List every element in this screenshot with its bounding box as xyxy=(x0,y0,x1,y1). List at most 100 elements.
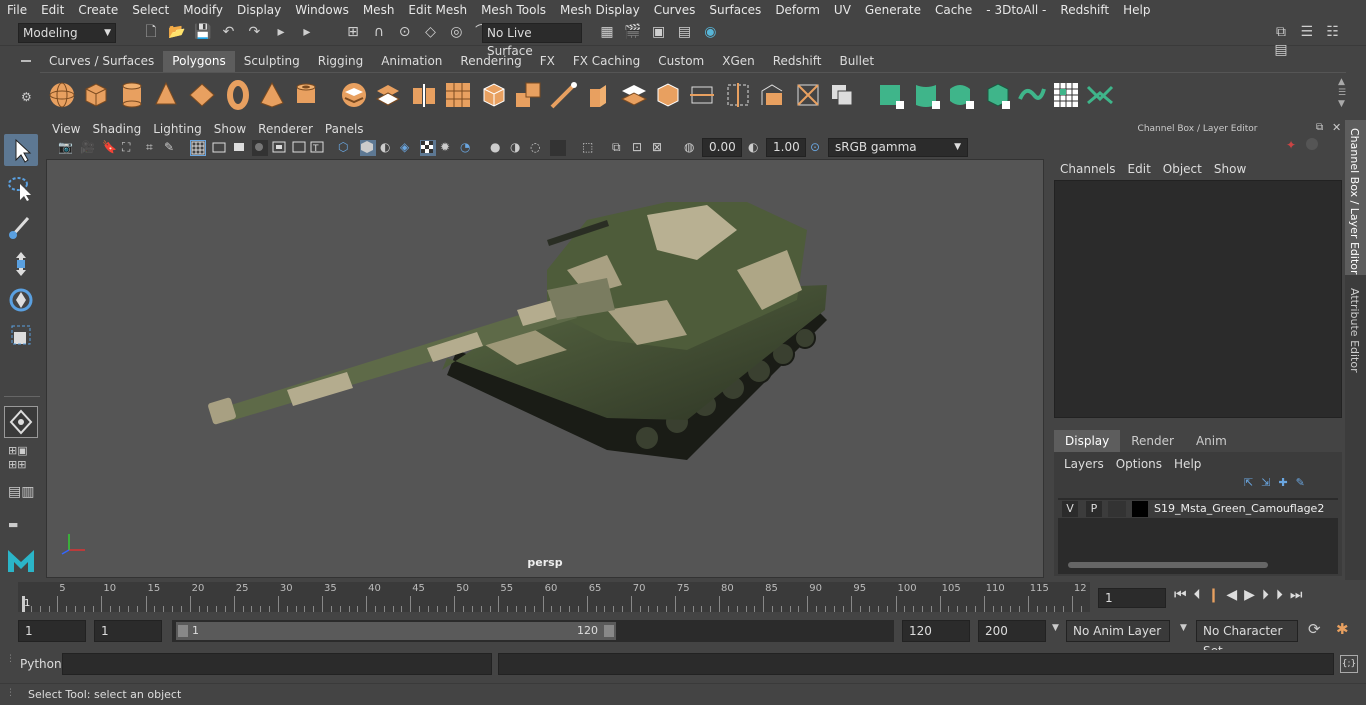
light-icon[interactable]: ● xyxy=(490,140,506,156)
edge-loop-icon[interactable] xyxy=(722,79,754,111)
snap-plane-icon[interactable]: ◇ xyxy=(421,23,439,41)
menu-generate[interactable]: Generate xyxy=(858,3,928,17)
snap-point-icon[interactable]: ⊙ xyxy=(396,23,414,41)
script-editor-icon[interactable]: {;} xyxy=(1340,655,1358,673)
layer-tab-render[interactable]: Render xyxy=(1120,430,1185,452)
append-icon[interactable] xyxy=(618,79,650,111)
menu-help[interactable]: Help xyxy=(1116,3,1157,17)
ipr-render-icon[interactable]: ▣ xyxy=(650,23,668,41)
menu-display[interactable]: Display xyxy=(230,3,288,17)
combine-icon[interactable] xyxy=(338,79,370,111)
go-to-start-icon[interactable]: ⏮ xyxy=(1174,587,1194,603)
snap-surface-icon[interactable]: ◎ xyxy=(447,23,465,41)
poly-plane-icon[interactable] xyxy=(186,79,218,111)
shelf-tab-animation[interactable]: Animation xyxy=(372,51,451,72)
shelf-tab-fx[interactable]: FX xyxy=(531,51,564,72)
layout-split-icon[interactable]: ▤▥ xyxy=(8,484,34,500)
menu-file[interactable]: File xyxy=(0,3,34,17)
undo-icon[interactable]: ↶ xyxy=(219,23,237,41)
channel-menu-edit[interactable]: Edit xyxy=(1122,160,1157,178)
viewport-menu-view[interactable]: View xyxy=(46,120,86,138)
menu-edit-mesh[interactable]: Edit Mesh xyxy=(401,3,474,17)
channel-menu-channels[interactable]: Channels xyxy=(1054,160,1122,178)
move-layer-up-icon[interactable]: ⇱ xyxy=(1244,476,1261,489)
camera-icon[interactable]: 📷 xyxy=(58,140,74,156)
menu-deform[interactable]: Deform xyxy=(768,3,827,17)
gamma-icon[interactable]: ◐ xyxy=(748,140,764,156)
shelf-scroll-icon[interactable]: ▲ ☰ ▼ xyxy=(1338,77,1346,110)
shelf-tab-fx-caching[interactable]: FX Caching xyxy=(564,51,649,72)
time-slider[interactable]: 5 10 15 20 25 30 35 40 45 50 55 60 65 70 75 80 85 90 95 100… xyxy=(0,580,1366,616)
uv-editor-icon[interactable] xyxy=(1050,79,1082,111)
rotate-tool-icon[interactable] xyxy=(4,284,38,316)
time-ruler[interactable]: 5 10 15 20 25 30 35 40 45 50 55 60 65 70 75 80 85 90 95 100… xyxy=(18,582,1090,612)
extrude-icon[interactable] xyxy=(512,79,544,111)
layer-playback-toggle[interactable]: P xyxy=(1086,501,1102,517)
channel-menu-object[interactable]: Object xyxy=(1157,160,1208,178)
redo-icon[interactable]: ↷ xyxy=(245,23,263,41)
menu-mesh-display[interactable]: Mesh Display xyxy=(553,3,647,17)
menu-windows[interactable]: Windows xyxy=(288,3,356,17)
auto-key-icon[interactable]: ⟳ xyxy=(1308,620,1321,638)
zoom-icon[interactable]: ⊠ xyxy=(652,140,668,156)
menu-edit[interactable]: Edit xyxy=(34,3,71,17)
menu-modify[interactable]: Modify xyxy=(176,3,230,17)
menu-mesh-tools[interactable]: Mesh Tools xyxy=(474,3,553,17)
menu-create[interactable]: Create xyxy=(71,3,125,17)
menu-mesh[interactable]: Mesh xyxy=(356,3,402,17)
tool-settings-icon[interactable]: ☷ xyxy=(1324,23,1342,41)
step-forward-icon[interactable]: ⏵ xyxy=(1276,587,1290,603)
outliner-icon[interactable]: ▬ xyxy=(8,518,18,531)
layer-menu-options[interactable]: Options xyxy=(1110,455,1168,473)
hypershade-icon[interactable]: ◉ xyxy=(701,23,719,41)
xray-joints-icon[interactable]: ◐ xyxy=(380,140,396,156)
viewport-menu-shading[interactable]: Shading xyxy=(86,120,147,138)
target-weld-icon[interactable] xyxy=(792,79,824,111)
step-back-key-icon[interactable]: ❙ xyxy=(1208,587,1227,603)
multi-cut-icon[interactable] xyxy=(686,79,718,111)
attribute-editor-icon[interactable]: ☰ xyxy=(1298,23,1316,41)
anim-layer-dropdown[interactable]: No Anim Layer xyxy=(1066,620,1170,642)
shelf-tab-custom[interactable]: Custom xyxy=(649,51,713,72)
play-backwards-icon[interactable]: ◀ xyxy=(1226,587,1244,603)
play-forwards-icon[interactable]: ▶ xyxy=(1244,587,1262,603)
frame-all-icon[interactable]: ⧉ xyxy=(612,140,628,156)
screen-space-icon[interactable] xyxy=(550,140,566,156)
menu-curves[interactable]: Curves xyxy=(647,3,703,17)
poly-torus-icon[interactable] xyxy=(222,79,254,111)
channel-menu-show[interactable]: Show xyxy=(1208,160,1252,178)
chevron-down-icon[interactable]: ▼ xyxy=(1052,623,1059,633)
image-plane-icon[interactable]: ⛶ xyxy=(122,140,138,156)
use-default-material-icon[interactable]: ✹ xyxy=(440,140,456,156)
step-back-icon[interactable]: ⏴ xyxy=(1194,587,1208,603)
layer-scrollbar[interactable] xyxy=(1062,560,1330,570)
shadow-light-icon[interactable]: ◑ xyxy=(510,140,526,156)
range-end-grip[interactable] xyxy=(604,625,614,637)
shadows-icon[interactable] xyxy=(272,140,288,156)
poly-sphere-icon[interactable] xyxy=(46,79,78,111)
arrow-right-icon[interactable]: ▸ xyxy=(298,23,316,41)
spherical-uv-icon[interactable] xyxy=(946,79,978,111)
pin-icon[interactable]: ✦ xyxy=(1286,138,1296,152)
layer-menu-help[interactable]: Help xyxy=(1168,455,1207,473)
range-start-grip[interactable] xyxy=(178,625,188,637)
bevel-icon[interactable] xyxy=(582,79,614,111)
new-layer-icon[interactable]: ✚ xyxy=(1278,476,1295,489)
layer-color-swatch[interactable] xyxy=(1132,501,1148,517)
bridge-icon[interactable] xyxy=(548,79,580,111)
menu-surfaces[interactable]: Surfaces xyxy=(702,3,768,17)
move-layer-down-icon[interactable]: ⇲ xyxy=(1261,476,1278,489)
layer-row[interactable]: V P S19_Msta_Green_Camouflage2 xyxy=(1058,500,1338,518)
soft-select-icon[interactable] xyxy=(4,406,38,438)
lasso-tool-icon[interactable] xyxy=(4,172,38,204)
separate-icon[interactable] xyxy=(372,79,404,111)
smooth-preview-icon[interactable] xyxy=(420,140,436,156)
move-tool-icon[interactable] xyxy=(4,248,38,280)
open-scene-icon[interactable]: 📂 xyxy=(168,23,186,41)
planar-uv-icon[interactable] xyxy=(876,79,908,111)
exposure-icon[interactable]: ◍ xyxy=(684,140,700,156)
menu-select[interactable]: Select xyxy=(125,3,176,17)
render-frame-icon[interactable]: 🎬 xyxy=(624,23,642,41)
shelf-tab-sculpting[interactable]: Sculpting xyxy=(235,51,309,72)
poly-cube-icon[interactable] xyxy=(80,79,112,111)
